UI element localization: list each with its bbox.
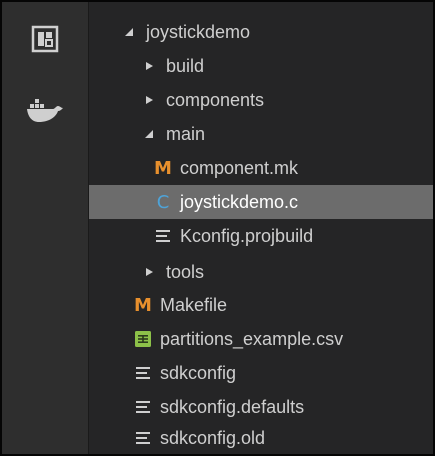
chevron-down-icon bbox=[122, 25, 136, 39]
makefile-icon: M bbox=[134, 294, 152, 316]
chevron-right-icon bbox=[142, 265, 156, 279]
chevron-down-icon bbox=[142, 127, 156, 141]
tree-item-tools[interactable]: tools bbox=[89, 255, 433, 289]
tree-item-main[interactable]: main bbox=[89, 117, 433, 151]
tree-item-label: build bbox=[166, 55, 205, 76]
tree-item-label: sdkconfig bbox=[160, 362, 237, 383]
c-file-icon: C bbox=[156, 191, 170, 213]
tree-item-label: main bbox=[166, 123, 206, 144]
tree-item-label: Kconfig.projbuild bbox=[180, 225, 314, 246]
chevron-right-icon bbox=[142, 59, 156, 73]
tree-item-label: component.mk bbox=[180, 157, 299, 178]
tree-item-label: components bbox=[166, 89, 265, 110]
text-file-icon bbox=[134, 367, 152, 379]
tree-item-label: tools bbox=[166, 261, 205, 282]
tree-item-components[interactable]: components bbox=[89, 83, 433, 117]
docker-icon[interactable] bbox=[2, 96, 88, 124]
text-file-icon bbox=[154, 230, 172, 242]
tree-item-label: sdkconfig.old bbox=[160, 427, 266, 448]
tree-item-joystickdemo-c[interactable]: C joystickdemo.c bbox=[89, 185, 433, 219]
tree-item-sdkconfig-old[interactable]: sdkconfig.old bbox=[89, 421, 433, 455]
tree-item-partitions-example-csv[interactable]: partitions_example.csv bbox=[89, 322, 433, 356]
tree-item-label: Makefile bbox=[160, 294, 228, 315]
tree-item-makefile[interactable]: M Makefile bbox=[89, 288, 433, 322]
tree-item-label: joystickdemo bbox=[146, 21, 251, 42]
activity-bar bbox=[2, 2, 89, 454]
tree-item-kconfig-projbuild[interactable]: Kconfig.projbuild bbox=[89, 219, 433, 253]
tree-item-component-mk[interactable]: M component.mk bbox=[89, 151, 433, 185]
csv-file-icon bbox=[134, 331, 152, 347]
text-file-icon bbox=[134, 432, 152, 444]
chevron-right-icon bbox=[142, 93, 156, 107]
makefile-icon: M bbox=[154, 157, 172, 179]
tree-item-label: partitions_example.csv bbox=[160, 328, 344, 349]
tree-item-sdkconfig-defaults[interactable]: sdkconfig.defaults bbox=[89, 390, 433, 424]
file-explorer-tree: joystickdemo build components main M com… bbox=[89, 2, 433, 454]
tree-item-label: sdkconfig.defaults bbox=[160, 396, 305, 417]
tree-item-build[interactable]: build bbox=[89, 49, 433, 83]
editor-window: joystickdemo build components main M com… bbox=[0, 0, 435, 456]
tree-item-label: joystickdemo.c bbox=[180, 191, 299, 212]
tree-root-joystickdemo[interactable]: joystickdemo bbox=[89, 15, 433, 49]
text-file-icon bbox=[134, 401, 152, 413]
explorer-icon[interactable] bbox=[2, 24, 88, 54]
tree-item-sdkconfig[interactable]: sdkconfig bbox=[89, 356, 433, 390]
